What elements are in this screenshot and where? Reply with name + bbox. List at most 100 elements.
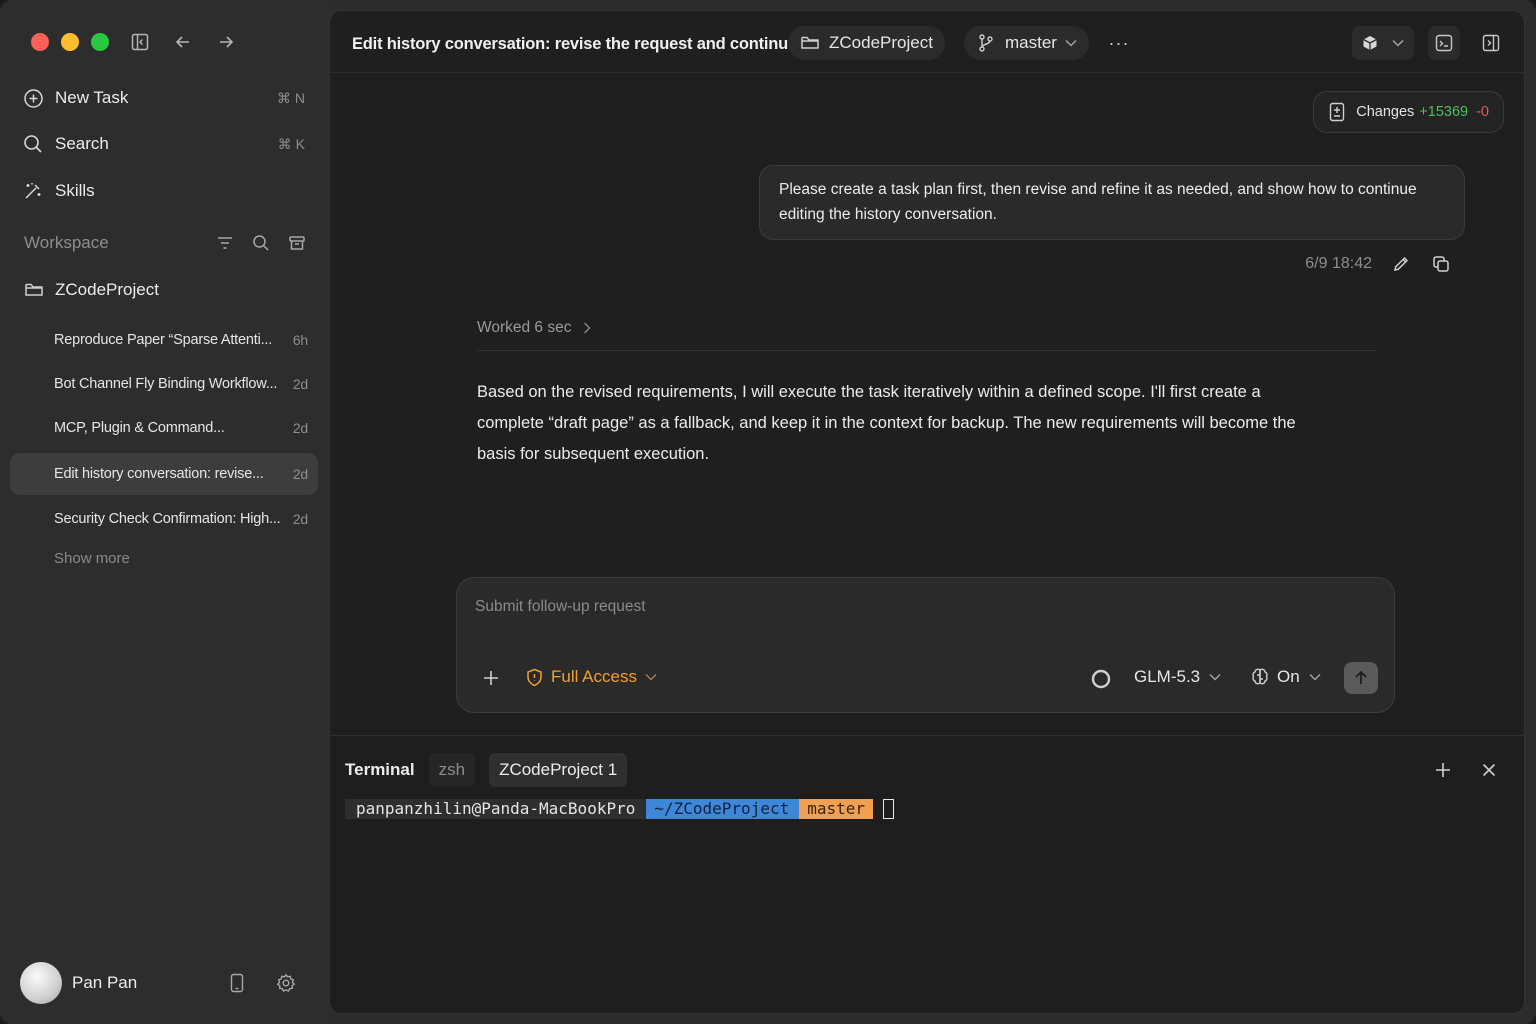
task-title: Edit history conversation: revise... (54, 466, 264, 482)
conversation-title: Edit history conversation: revise the re… (352, 35, 798, 53)
task-title: Reproduce Paper “Sparse Attenti... (54, 332, 273, 348)
terminal-label: Terminal (345, 760, 415, 779)
sandbox-selector[interactable] (1352, 26, 1414, 60)
model-label: GLM-5.3 (1134, 667, 1201, 686)
window-controls (31, 33, 109, 51)
task-title: Security Check Confirmation: High... (54, 511, 281, 527)
right-panel-toggle-button[interactable] (1475, 26, 1507, 60)
prompt-user-host: panpanzhilin@Panda-MacBookPro (345, 799, 647, 819)
task-item[interactable]: Reproduce Paper “Sparse Attenti... 6h (10, 319, 318, 361)
model-selector[interactable]: GLM-5.3 (1134, 667, 1221, 687)
titlebar: Edit history conversation: revise the re… (330, 11, 1524, 73)
changes-removed: -0 (1476, 104, 1489, 120)
task-item[interactable]: Security Check Confirmation: High... 2d (10, 498, 318, 540)
prompt-git-branch: master (799, 799, 874, 819)
skills-button[interactable]: Skills (22, 175, 312, 207)
archive-icon[interactable] (287, 233, 307, 253)
maximize-window-button[interactable] (91, 33, 109, 51)
new-task-button[interactable]: New Task ⌘ N (22, 82, 312, 114)
composer: Submit follow-up request Full Access GLM… (456, 577, 1395, 713)
task-age: 6h (292, 332, 308, 348)
sidebar-toolbar (128, 30, 238, 54)
more-options-button[interactable]: ··· (1107, 31, 1131, 55)
avatar (20, 962, 62, 1004)
cube-icon (1362, 35, 1378, 51)
terminal-prompt[interactable]: panpanzhilin@Panda-MacBookPro ~/ZCodePro… (345, 799, 895, 819)
terminal-tab-project[interactable]: ZCodeProject 1 (489, 753, 628, 787)
search-label: Search (55, 134, 109, 153)
access-mode-selector[interactable]: Full Access (526, 667, 657, 687)
send-button[interactable] (1344, 662, 1378, 694)
terminal-tab-zsh[interactable]: zsh (428, 753, 476, 787)
close-icon[interactable] (1479, 760, 1499, 780)
task-item[interactable]: MCP, Plugin & Command... 2d (10, 407, 318, 449)
search-shortcut: ⌘ K (277, 135, 305, 152)
context-ring-icon[interactable] (1090, 668, 1112, 690)
search-icon (22, 133, 44, 155)
terminal-tabs: Terminal zsh ZCodeProject 1 (345, 753, 628, 787)
folder-icon (800, 33, 820, 53)
terminal-panel: Terminal zsh ZCodeProject 1 panpanzhilin… (330, 735, 1524, 1013)
task-age: 2d (292, 466, 308, 482)
thinking-toggle[interactable]: On (1250, 667, 1321, 687)
branch-selector[interactable]: master (964, 26, 1089, 60)
minimize-window-button[interactable] (61, 33, 79, 51)
prompt-path: ~/ZCodeProject (646, 799, 800, 819)
forward-arrow-icon[interactable] (214, 30, 238, 54)
brain-icon (1250, 667, 1270, 687)
sidebar: New Task ⌘ N Search ⌘ K Skills Workspace (0, 0, 329, 1024)
plus-circle-icon (22, 87, 44, 109)
terminal-cursor (883, 799, 895, 819)
access-mode-label: Full Access (551, 667, 637, 686)
project-selector[interactable]: ZCodeProject (788, 26, 945, 60)
phone-icon[interactable] (226, 972, 248, 994)
back-arrow-icon[interactable] (171, 30, 195, 54)
follow-up-input[interactable]: Submit follow-up request (475, 598, 646, 616)
workspace-label: Workspace (24, 233, 109, 252)
panel-right-icon (1481, 33, 1501, 53)
task-age: 2d (292, 420, 308, 436)
chevron-down-icon (1065, 39, 1077, 47)
search-button[interactable]: Search ⌘ K (22, 128, 312, 160)
chevron-down-icon (645, 673, 657, 681)
terminal-toggle-button[interactable] (1428, 26, 1460, 60)
user-name: Pan Pan (72, 973, 138, 992)
project-selector-label: ZCodeProject (829, 33, 933, 52)
task-item[interactable]: Bot Channel Fly Binding Workflow... 2d (10, 363, 318, 405)
user-message-bubble: Please create a task plan first, then re… (759, 165, 1465, 240)
add-attachment-icon[interactable] (481, 668, 501, 688)
new-task-label: New Task (55, 88, 129, 107)
chevron-right-icon (583, 322, 591, 334)
changes-button[interactable]: Changes +15369 -0 (1313, 91, 1504, 133)
chevron-down-icon (1209, 673, 1221, 681)
folder-icon (24, 280, 44, 300)
workspace-search-icon[interactable] (251, 233, 271, 253)
task-item-active[interactable]: Edit history conversation: revise... 2d (10, 453, 318, 495)
main-panel: Edit history conversation: revise the re… (329, 10, 1525, 1014)
pencil-icon[interactable] (1390, 253, 1412, 275)
wand-icon (22, 180, 44, 202)
filter-icon[interactable] (215, 233, 235, 253)
gear-icon[interactable] (275, 972, 297, 994)
show-more-link[interactable]: Show more (54, 550, 130, 567)
task-age: 2d (292, 376, 308, 392)
project-folder[interactable]: ZCodeProject (24, 280, 159, 300)
thinking-label: On (1277, 667, 1300, 686)
git-branch-icon (976, 33, 996, 53)
assistant-message: Based on the revised requirements, I wil… (477, 383, 1296, 463)
worked-summary-toggle[interactable]: Worked 6 sec (477, 319, 591, 337)
user-profile[interactable]: Pan Pan (20, 962, 137, 1004)
task-age: 2d (292, 511, 308, 527)
shield-icon (526, 668, 543, 687)
app-window: New Task ⌘ N Search ⌘ K Skills Workspace (0, 0, 1536, 1024)
workspace-tools (215, 233, 307, 253)
message-meta: 6/9 18:42 (1305, 253, 1452, 275)
workspace-header: Workspace (24, 230, 314, 256)
new-terminal-icon[interactable] (1433, 760, 1453, 780)
new-task-shortcut: ⌘ N (277, 89, 305, 106)
sidebar-toggle-icon[interactable] (128, 30, 152, 54)
copy-icon[interactable] (1430, 253, 1452, 275)
changes-added: +15369 (1419, 104, 1469, 120)
task-title: Bot Channel Fly Binding Workflow... (54, 376, 278, 392)
close-window-button[interactable] (31, 33, 49, 51)
